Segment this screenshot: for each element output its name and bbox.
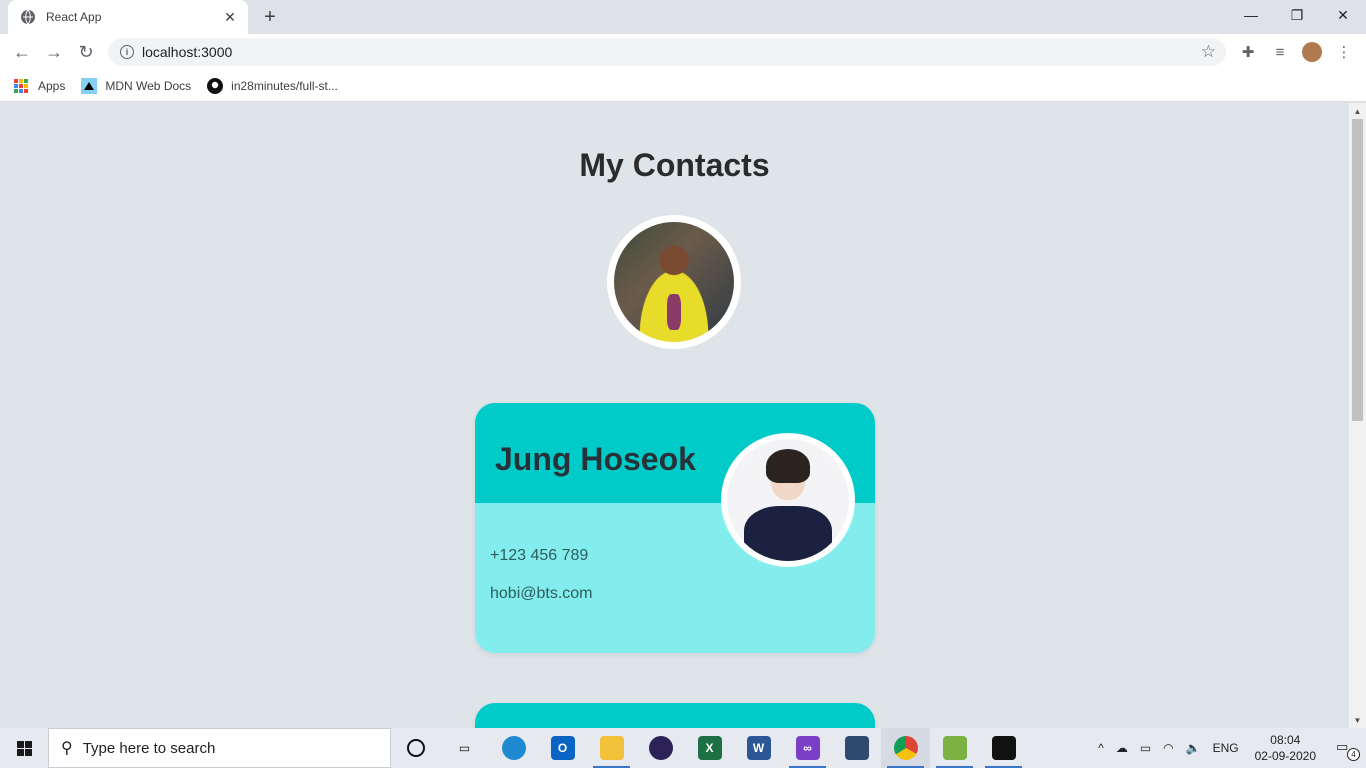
notepad-plus-icon[interactable] (930, 728, 979, 768)
back-icon[interactable]: ← (10, 40, 34, 64)
tab-strip: React App ✕ + — ❐ ✕ (0, 0, 1366, 34)
clock-date: 02-09-2020 (1254, 749, 1316, 763)
menu-kebab-icon[interactable]: ⋮ (1334, 42, 1354, 62)
mysql-workbench-icon[interactable] (832, 728, 881, 768)
taskbar-search-input[interactable] (82, 739, 363, 757)
terminal-icon[interactable] (979, 728, 1028, 768)
page-scrollbar[interactable]: ▲ ▼ (1349, 103, 1366, 728)
show-hidden-icons-icon[interactable]: ^ (1098, 741, 1104, 755)
contact-email: hobi@bts.com (490, 585, 593, 602)
page-title: My Contacts (579, 147, 770, 183)
url-text[interactable]: localhost:3000 (142, 44, 1201, 60)
cloud-icon[interactable]: ☁ (1116, 741, 1128, 755)
windows-taskbar: ⚲ ▭ O X W ∞ ^ ☁ ▭ ◠ 🔈 ENG 08:04 02-09-20… (0, 728, 1366, 768)
notifications-icon[interactable]: ▭ 4 (1336, 739, 1360, 761)
bookmark-label: MDN Web Docs (105, 78, 192, 93)
extensions-icon[interactable]: ✚ (1238, 42, 1258, 62)
scroll-down-icon[interactable]: ▼ (1349, 712, 1366, 728)
volume-icon[interactable]: 🔈 (1186, 741, 1201, 755)
user-avatar (607, 215, 741, 349)
media-control-icon[interactable]: ≡ (1270, 42, 1290, 62)
search-icon: ⚲ (61, 740, 73, 757)
user-photo (614, 222, 734, 342)
minimize-icon[interactable]: — (1228, 0, 1274, 30)
excel-icon[interactable]: X (685, 728, 734, 768)
bookmark-apps[interactable]: Apps (14, 78, 66, 93)
bookmark-mdn[interactable]: MDN Web Docs (81, 77, 192, 94)
bookmark-github[interactable]: in28minutes/full-st... (207, 77, 338, 94)
page-content: My Contacts Jung Hoseok +123 456 789 hob… (0, 103, 1349, 728)
apps-grid-icon (14, 78, 28, 93)
bookmark-label: Apps (38, 78, 66, 93)
bookmark-star-icon[interactable]: ☆ (1201, 42, 1216, 62)
profile-avatar-icon[interactable] (1302, 42, 1322, 62)
tab-close-icon[interactable]: ✕ (222, 9, 238, 26)
eclipse-icon[interactable] (636, 728, 685, 768)
contact-name: Jung Hoseok (495, 441, 696, 477)
contact-avatar (721, 433, 855, 567)
contact-photo (727, 439, 849, 561)
taskbar-search[interactable]: ⚲ (48, 728, 391, 768)
address-bar[interactable]: i localhost:3000 ☆ (108, 38, 1226, 66)
scroll-up-icon[interactable]: ▲ (1349, 103, 1366, 119)
tab-title: React App (46, 10, 102, 24)
clock[interactable]: 08:04 02-09-2020 (1255, 732, 1316, 764)
scrollbar-thumb[interactable] (1352, 119, 1363, 421)
windows-logo-icon (16, 740, 32, 756)
language-indicator[interactable]: ENG (1213, 741, 1239, 755)
forward-icon[interactable]: → (42, 40, 66, 64)
outlook-icon[interactable]: O (538, 728, 587, 768)
reload-icon[interactable]: ↻ (74, 40, 98, 64)
site-info-icon[interactable]: i (120, 45, 134, 59)
bookmarks-bar: Apps MDN Web Docs in28minutes/full-st... (0, 70, 1366, 102)
new-tab-icon[interactable]: + (258, 6, 282, 28)
bookmark-label: in28minutes/full-st... (231, 78, 338, 93)
window-close-icon[interactable]: ✕ (1320, 0, 1366, 30)
clock-time: 08:04 (1270, 733, 1301, 747)
word-icon[interactable]: W (734, 728, 783, 768)
globe-icon (21, 9, 35, 25)
visual-studio-icon[interactable]: ∞ (783, 728, 832, 768)
contact-card: Jung Hoseok +123 456 789 hobi@bts.com (475, 403, 875, 653)
edge-icon[interactable] (489, 728, 538, 768)
contact-card-header: Jung Hoseok (475, 403, 875, 567)
notification-count: 4 (1347, 748, 1360, 761)
browser-toolbar: ← → ↻ i localhost:3000 ☆ ✚ ≡ ⋮ (0, 34, 1366, 70)
task-view-icon[interactable]: ▭ (440, 728, 489, 768)
github-icon (207, 77, 224, 94)
tab-react-app[interactable]: React App ✕ (8, 0, 248, 34)
start-button[interactable] (0, 728, 48, 768)
restore-icon[interactable]: ❐ (1274, 0, 1320, 30)
contact-card-partial (475, 703, 875, 728)
chrome-icon[interactable] (881, 728, 930, 768)
cortana-icon[interactable] (391, 728, 440, 768)
system-tray: ^ ☁ ▭ ◠ 🔈 ENG 08:04 02-09-2020 ▭ 4 (1092, 728, 1366, 768)
file-explorer-icon[interactable] (587, 728, 636, 768)
mdn-icon (81, 77, 98, 94)
battery-icon[interactable]: ▭ (1140, 741, 1151, 755)
wifi-icon[interactable]: ◠ (1163, 741, 1173, 755)
